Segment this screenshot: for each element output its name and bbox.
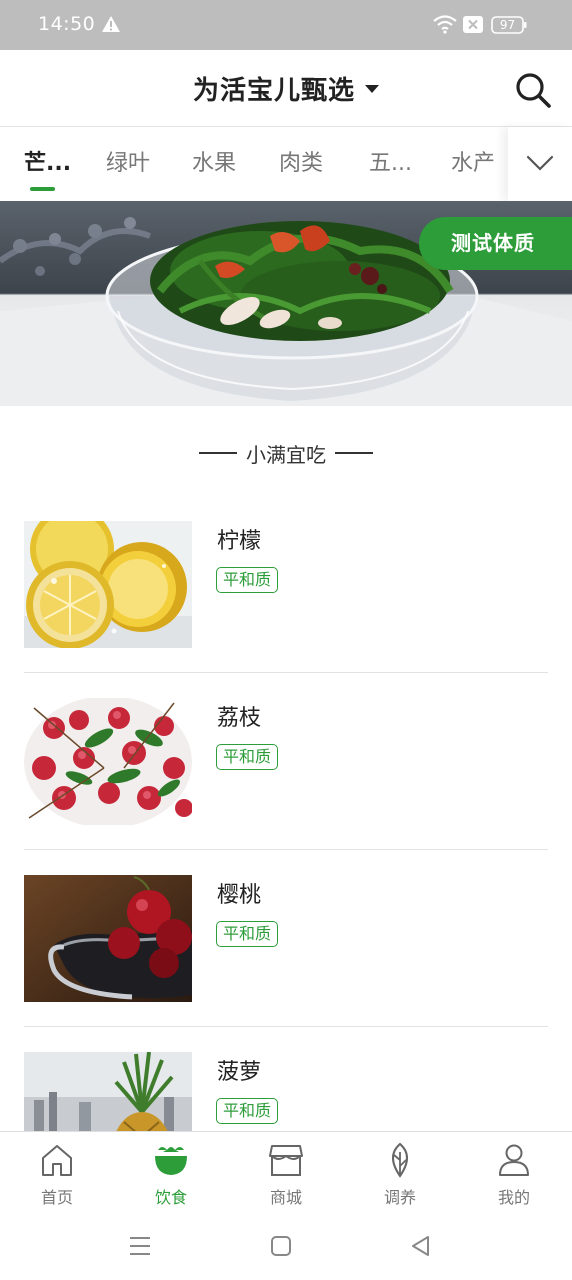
sim-off-icon	[463, 16, 483, 33]
tab-category-3[interactable]: 水果	[192, 149, 236, 179]
section-line-right	[335, 452, 373, 454]
constitution-tag: 平和质	[216, 567, 279, 593]
battery-icon: 97	[491, 16, 527, 34]
food-name: 荔枝	[217, 706, 262, 731]
status-time: 14:50	[38, 13, 96, 35]
list-divider	[24, 849, 548, 850]
food-list-item[interactable]: 柠檬 平和质	[24, 521, 548, 698]
food-image-cherry	[24, 875, 192, 1002]
section-title: 小满宜吃	[0, 436, 572, 470]
nav-care[interactable]: 调养	[343, 1132, 457, 1215]
home-icon	[42, 1145, 72, 1176]
nav-label: 首页	[40, 1188, 73, 1207]
food-name: 菠萝	[217, 1060, 262, 1085]
header-title-dropdown[interactable]: 为活宝儿甄选	[0, 50, 572, 127]
active-tab-indicator	[30, 187, 55, 191]
food-image-lychee	[24, 698, 192, 825]
food-name: 柠檬	[217, 529, 262, 554]
home-square-icon[interactable]	[268, 1233, 294, 1259]
section-title-text: 小满宜吃	[246, 442, 326, 467]
section-line-left	[199, 452, 237, 454]
app-header: 为活宝儿甄选	[0, 50, 572, 127]
chevron-down-icon	[526, 155, 554, 171]
constitution-tag: 平和质	[216, 921, 279, 947]
bottom-nav: 首页 饮食 商城 调养 我的	[0, 1131, 572, 1214]
tab-category-4[interactable]: 肉类	[279, 149, 323, 179]
nav-diet[interactable]: 饮食	[114, 1132, 228, 1215]
tab-category-5[interactable]: 五...	[369, 149, 412, 179]
nav-store[interactable]: 商城	[229, 1132, 343, 1215]
store-icon	[269, 1145, 303, 1176]
search-icon[interactable]	[513, 70, 553, 110]
food-name: 樱桃	[217, 883, 262, 908]
food-image-lemon	[24, 521, 192, 648]
food-list-item[interactable]: 樱桃 平和质	[24, 875, 548, 1052]
tabs-expand-button[interactable]	[508, 127, 572, 201]
status-bar: 14:50 97	[0, 0, 572, 50]
list-divider	[24, 1026, 548, 1027]
nav-home[interactable]: 首页	[0, 1132, 114, 1215]
leaf-icon	[392, 1142, 408, 1178]
nav-label: 饮食	[154, 1188, 187, 1207]
tab-category-2[interactable]: 绿叶	[106, 149, 150, 179]
caret-down-icon	[365, 84, 379, 93]
category-tabs: 芒... 绿叶 水果 肉类 五... 水产	[0, 127, 572, 201]
nav-label: 我的	[497, 1188, 530, 1207]
header-title: 为活宝儿甄选	[192, 76, 355, 106]
nav-label: 商城	[269, 1188, 302, 1207]
warning-icon	[102, 16, 120, 32]
battery-level: 97	[499, 18, 516, 32]
system-nav-bar	[0, 1214, 572, 1280]
wifi-icon	[433, 15, 457, 34]
food-list-item[interactable]: 荔枝 平和质	[24, 698, 548, 875]
nav-profile[interactable]: 我的	[457, 1132, 571, 1215]
tab-category-1[interactable]: 芒...	[24, 149, 71, 179]
constitution-tag: 平和质	[216, 1098, 279, 1124]
back-triangle-icon[interactable]	[408, 1233, 434, 1259]
tab-category-6[interactable]: 水产	[451, 149, 495, 179]
bowl-icon	[155, 1147, 187, 1175]
constitution-tag: 平和质	[216, 744, 279, 770]
nav-label: 调养	[383, 1188, 416, 1207]
menu-icon[interactable]	[127, 1233, 153, 1259]
list-divider	[24, 672, 548, 673]
user-icon	[499, 1144, 529, 1176]
test-constitution-button[interactable]: 测试体质	[419, 217, 572, 270]
